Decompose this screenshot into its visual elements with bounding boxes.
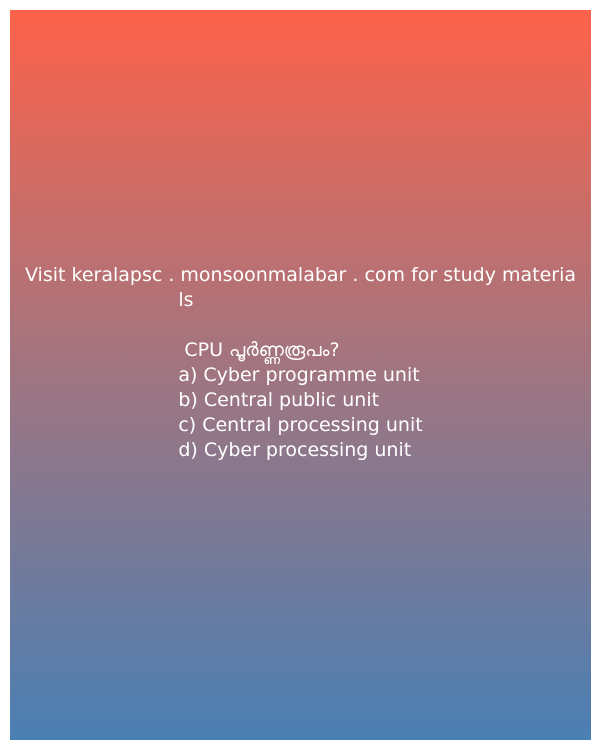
option-d: d) Cyber processing unit xyxy=(178,439,412,461)
promo-line-1: Visit keralapsc . monsoonmalabar . com f… xyxy=(24,264,577,286)
promo-line-2: ls xyxy=(178,289,194,311)
option-c: c) Central processing unit xyxy=(178,414,423,436)
quiz-text-block: Visit keralapsc . monsoonmalabar . com f… xyxy=(10,263,591,463)
question-block: ls CPU പൂർണ്ണരൂപം? a) Cyber programme un… xyxy=(178,288,422,463)
quiz-card: Visit keralapsc . monsoonmalabar . com f… xyxy=(10,10,591,740)
option-b: b) Central public unit xyxy=(178,389,380,411)
question-text: CPU പൂർണ്ണരൂപം? xyxy=(178,339,340,361)
option-a: a) Cyber programme unit xyxy=(178,364,420,386)
